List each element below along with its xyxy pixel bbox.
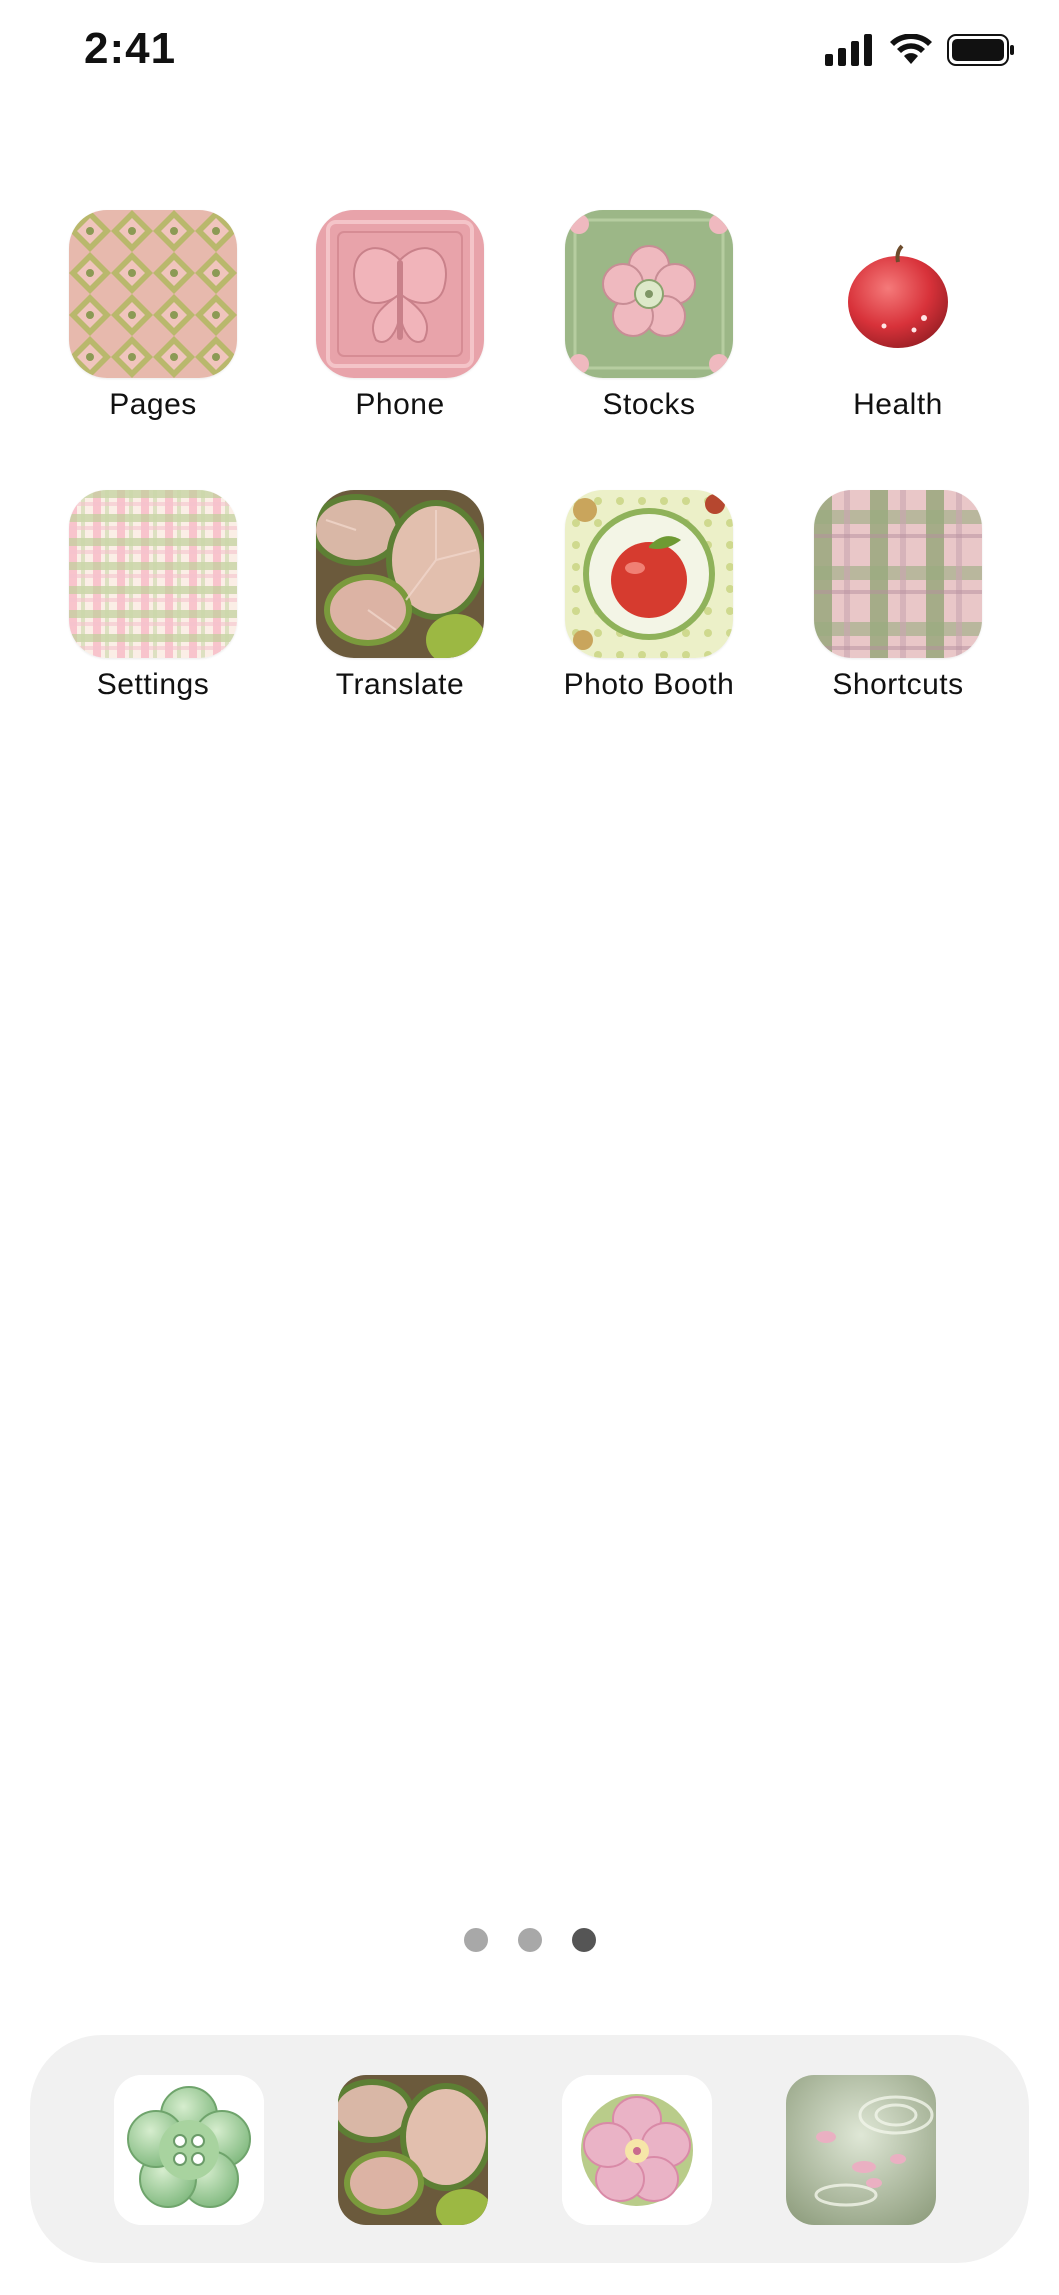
red-apple-icon [814,210,982,378]
apple-badge-icon [565,490,733,658]
app-label: Phone [355,388,445,421]
lime-slices-icon [316,490,484,658]
dock-app-1[interactable] [114,2075,264,2225]
pink-hibiscus-icon [562,2075,712,2225]
dock-app-3[interactable] [562,2075,712,2225]
app-phone[interactable]: Phone [300,210,500,422]
app-health[interactable]: Health [798,210,998,422]
dock-app-2[interactable] [338,2075,488,2225]
app-label: Translate [335,668,465,701]
green-flower-tile-icon [565,210,733,378]
app-pages[interactable]: Pages [53,210,253,422]
plaid-fabric-icon [814,490,982,658]
app-label: Settings [96,668,210,701]
app-label: Health [853,388,943,421]
gingham-pattern-icon [69,490,237,658]
app-translate[interactable]: Translate [300,490,500,702]
app-label: Stocks [602,388,696,421]
lime-slices-icon [338,2075,488,2225]
dock [30,2035,1029,2263]
signal-icon [825,34,875,71]
pink-green-diamond-pattern-icon [69,210,237,378]
page-indicator[interactable] [0,1928,1059,1964]
app-stocks[interactable]: Stocks [549,210,749,422]
status-bar: 2:41 [0,0,1059,110]
water-petals-icon [786,2075,936,2225]
page-dot-active[interactable] [571,1928,596,1952]
green-flower-button-icon [114,2075,264,2225]
battery-icon [947,34,1015,71]
clock-time: 2:41 [84,24,177,73]
page-dot[interactable] [517,1928,542,1952]
dock-app-4[interactable] [786,2075,936,2225]
app-settings[interactable]: Settings [53,490,253,702]
pink-butterfly-tile-icon [316,210,484,378]
app-label: Pages [109,388,197,421]
app-photo-booth[interactable]: Photo Booth [549,490,749,702]
app-label: Shortcuts [832,668,964,701]
page-dot[interactable] [463,1928,488,1952]
status-icons [825,33,1015,71]
wifi-icon [889,33,933,71]
app-shortcuts[interactable]: Shortcuts [798,490,998,702]
app-label: Photo Booth [563,668,735,701]
